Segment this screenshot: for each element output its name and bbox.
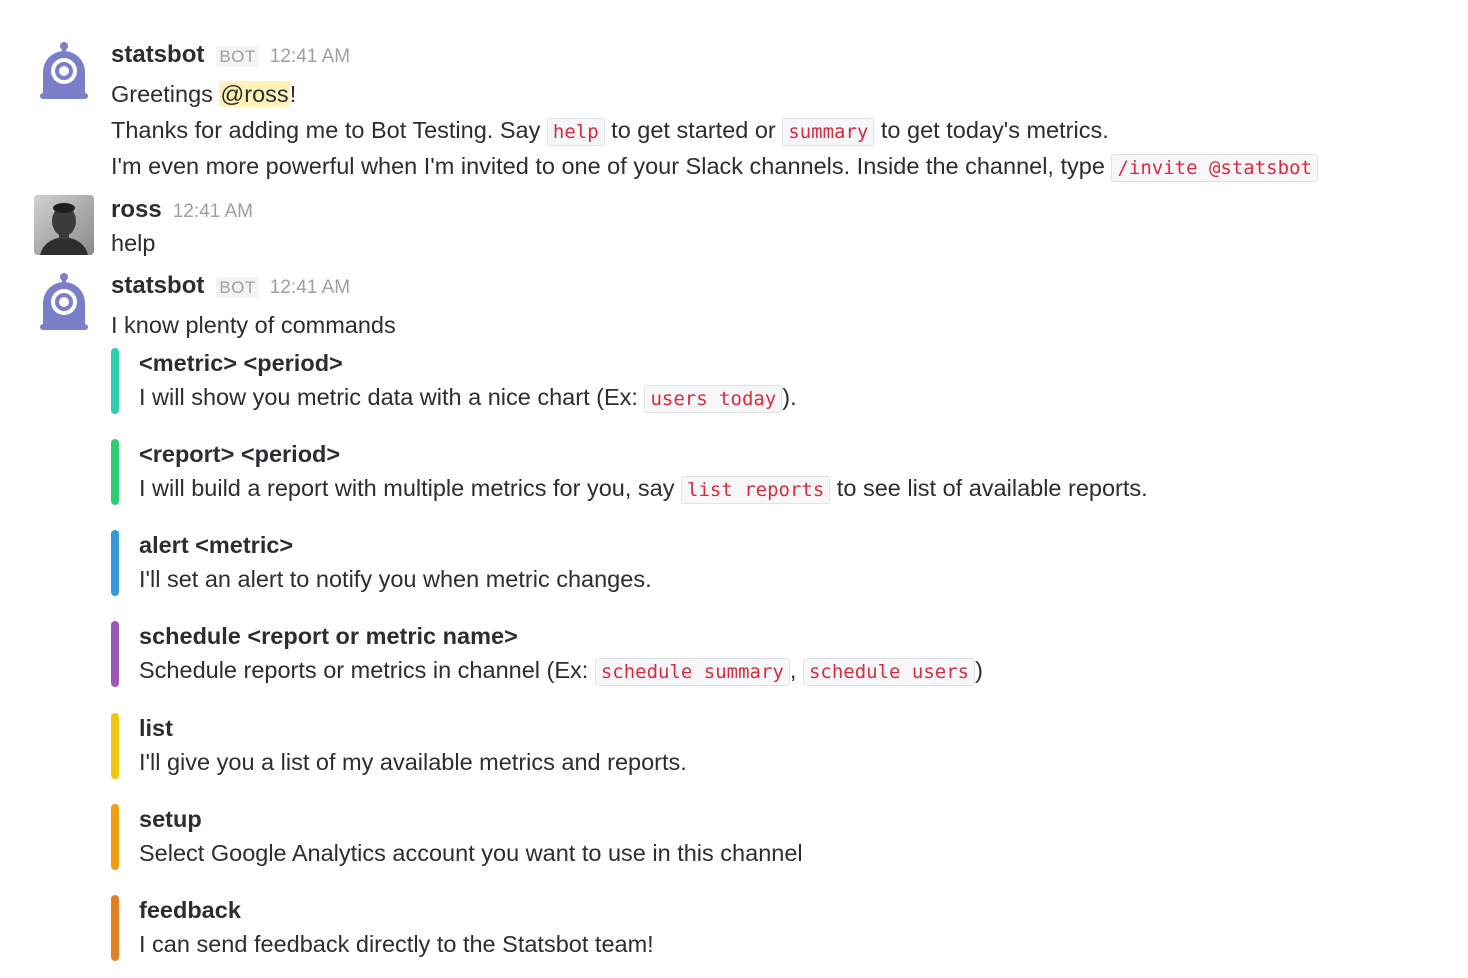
message-text-line: I'm even more powerful when I'm invited …	[111, 149, 1318, 183]
attachment-color-bar	[111, 439, 119, 505]
robot-eye-icon	[40, 42, 88, 99]
text: ).	[782, 384, 797, 410]
attachment-color-bar	[111, 713, 119, 779]
attachment-color-bar	[111, 348, 119, 414]
attachment-color-bar	[111, 895, 119, 961]
attachment-text: I will build a report with multiple metr…	[139, 471, 1148, 507]
text: to get today's metrics.	[874, 117, 1109, 143]
sender-name[interactable]: statsbot	[111, 272, 204, 300]
timestamp[interactable]: 12:41 AM	[270, 277, 350, 299]
message-header: ross 12:41 AM	[111, 196, 253, 226]
message-header: statsbot BOT 12:41 AM	[111, 41, 350, 71]
attachment-text: I can send feedback directly to the Stat…	[139, 927, 654, 961]
attachment-metric: <metric> <period> I will show you metric…	[111, 348, 1411, 414]
attachment-title: alert <metric>	[139, 532, 294, 558]
text: help	[111, 230, 156, 256]
attachment-title: <metric> <period>	[139, 350, 343, 376]
attachment-text: Schedule reports or metrics in channel (…	[139, 653, 983, 689]
attachment-text: I'll give you a list of my available met…	[139, 745, 687, 779]
attachment-list: list I'll give you a list of my availabl…	[111, 713, 1411, 779]
attachment-feedback: feedback I can send feedback directly to…	[111, 895, 1411, 961]
attachment-color-bar	[111, 804, 119, 870]
attachment-report: <report> <period> I will build a report …	[111, 439, 1411, 505]
text: ,	[789, 657, 803, 683]
inline-code: users today	[644, 385, 783, 413]
inline-code: schedule summary	[594, 658, 790, 686]
inline-code: schedule users	[802, 658, 976, 686]
message-text-line: help	[111, 226, 155, 260]
attachment-setup: setup Select Google Analytics account yo…	[111, 804, 1411, 870]
inline-code: list reports	[681, 476, 831, 504]
bot-badge: BOT	[216, 46, 259, 67]
message-text-line: I know plenty of commands	[111, 308, 396, 342]
text: Thanks for adding me to Bot Testing. Say	[111, 117, 547, 143]
inline-code: help	[546, 118, 605, 146]
attachment-title: feedback	[139, 897, 241, 923]
inline-code: /invite @statsbot	[1111, 154, 1318, 182]
attachment-title: <report> <period>	[139, 441, 341, 467]
text: I'm even more powerful when I'm invited …	[111, 153, 1112, 179]
text: to get started or	[604, 117, 783, 143]
text: Schedule reports or metrics in channel (…	[139, 657, 595, 683]
attachment-color-bar	[111, 621, 119, 687]
timestamp[interactable]: 12:41 AM	[173, 201, 253, 223]
user-mention[interactable]: @ross	[219, 81, 290, 107]
inline-code: summary	[782, 118, 875, 146]
text: I can send feedback directly to the Stat…	[139, 931, 654, 957]
attachment-title: setup	[139, 806, 202, 832]
attachment-text: Select Google Analytics account you want…	[139, 836, 803, 870]
bot-badge: BOT	[216, 277, 259, 298]
message-header: statsbot BOT 12:41 AM	[111, 272, 350, 302]
text: Greetings	[111, 81, 220, 107]
attachment-alert: alert <metric> I'll set an alert to noti…	[111, 530, 1411, 596]
text: Select Google Analytics account you want…	[139, 840, 803, 866]
sender-name[interactable]: ross	[111, 196, 162, 224]
timestamp[interactable]: 12:41 AM	[270, 46, 350, 68]
message-text-line: Thanks for adding me to Bot Testing. Say…	[111, 113, 1109, 147]
message-text-line: Greetings @ross!	[111, 77, 296, 111]
attachment-title: schedule <report or metric name>	[139, 623, 518, 649]
robot-eye-icon	[40, 273, 88, 330]
user-photo	[34, 195, 94, 255]
ross-avatar[interactable]	[34, 195, 94, 255]
text: I know plenty of commands	[111, 312, 396, 338]
text: I will build a report with multiple metr…	[139, 475, 681, 501]
text: to see list of available reports.	[830, 475, 1148, 501]
attachment-text: I'll set an alert to notify you when met…	[139, 562, 652, 596]
attachment-text: I will show you metric data with a nice …	[139, 380, 797, 416]
text: I will show you metric data with a nice …	[139, 384, 645, 410]
attachment-schedule: schedule <report or metric name> Schedul…	[111, 621, 1411, 687]
text: !	[289, 81, 297, 107]
statsbot-avatar[interactable]	[34, 40, 94, 100]
statsbot-avatar[interactable]	[34, 271, 94, 331]
sender-name[interactable]: statsbot	[111, 41, 204, 69]
text: I'll give you a list of my available met…	[139, 749, 687, 775]
attachment-title: list	[139, 715, 173, 741]
text: I'll set an alert to notify you when met…	[139, 566, 652, 592]
text: )	[975, 657, 983, 683]
attachment-color-bar	[111, 530, 119, 596]
